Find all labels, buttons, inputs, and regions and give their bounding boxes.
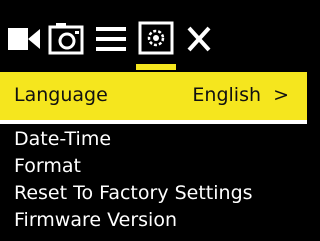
chevron-right-icon: > — [273, 84, 289, 106]
video-camera-icon[interactable] — [6, 16, 42, 60]
language-current-value: English — [192, 84, 262, 106]
menu-list-icon[interactable] — [94, 16, 128, 60]
language-value: English > — [192, 84, 289, 106]
menu-item-language[interactable]: Language English > — [0, 72, 307, 120]
active-tab-indicator — [136, 64, 176, 70]
menu-divider — [0, 120, 307, 124]
settings-gear-icon[interactable] — [138, 16, 176, 60]
menu-item-format[interactable]: Format — [14, 155, 81, 177]
settings-screen: Language English > Date-Time Format Rese… — [0, 0, 307, 241]
menu-item-date-time[interactable]: Date-Time — [14, 128, 111, 150]
menu-item-reset-factory[interactable]: Reset To Factory Settings — [14, 182, 253, 204]
photo-camera-icon[interactable] — [48, 16, 86, 60]
close-icon[interactable] — [184, 16, 214, 60]
language-label: Language — [14, 84, 108, 106]
top-toolbar — [0, 0, 307, 72]
menu-item-firmware-version[interactable]: Firmware Version — [14, 209, 177, 231]
